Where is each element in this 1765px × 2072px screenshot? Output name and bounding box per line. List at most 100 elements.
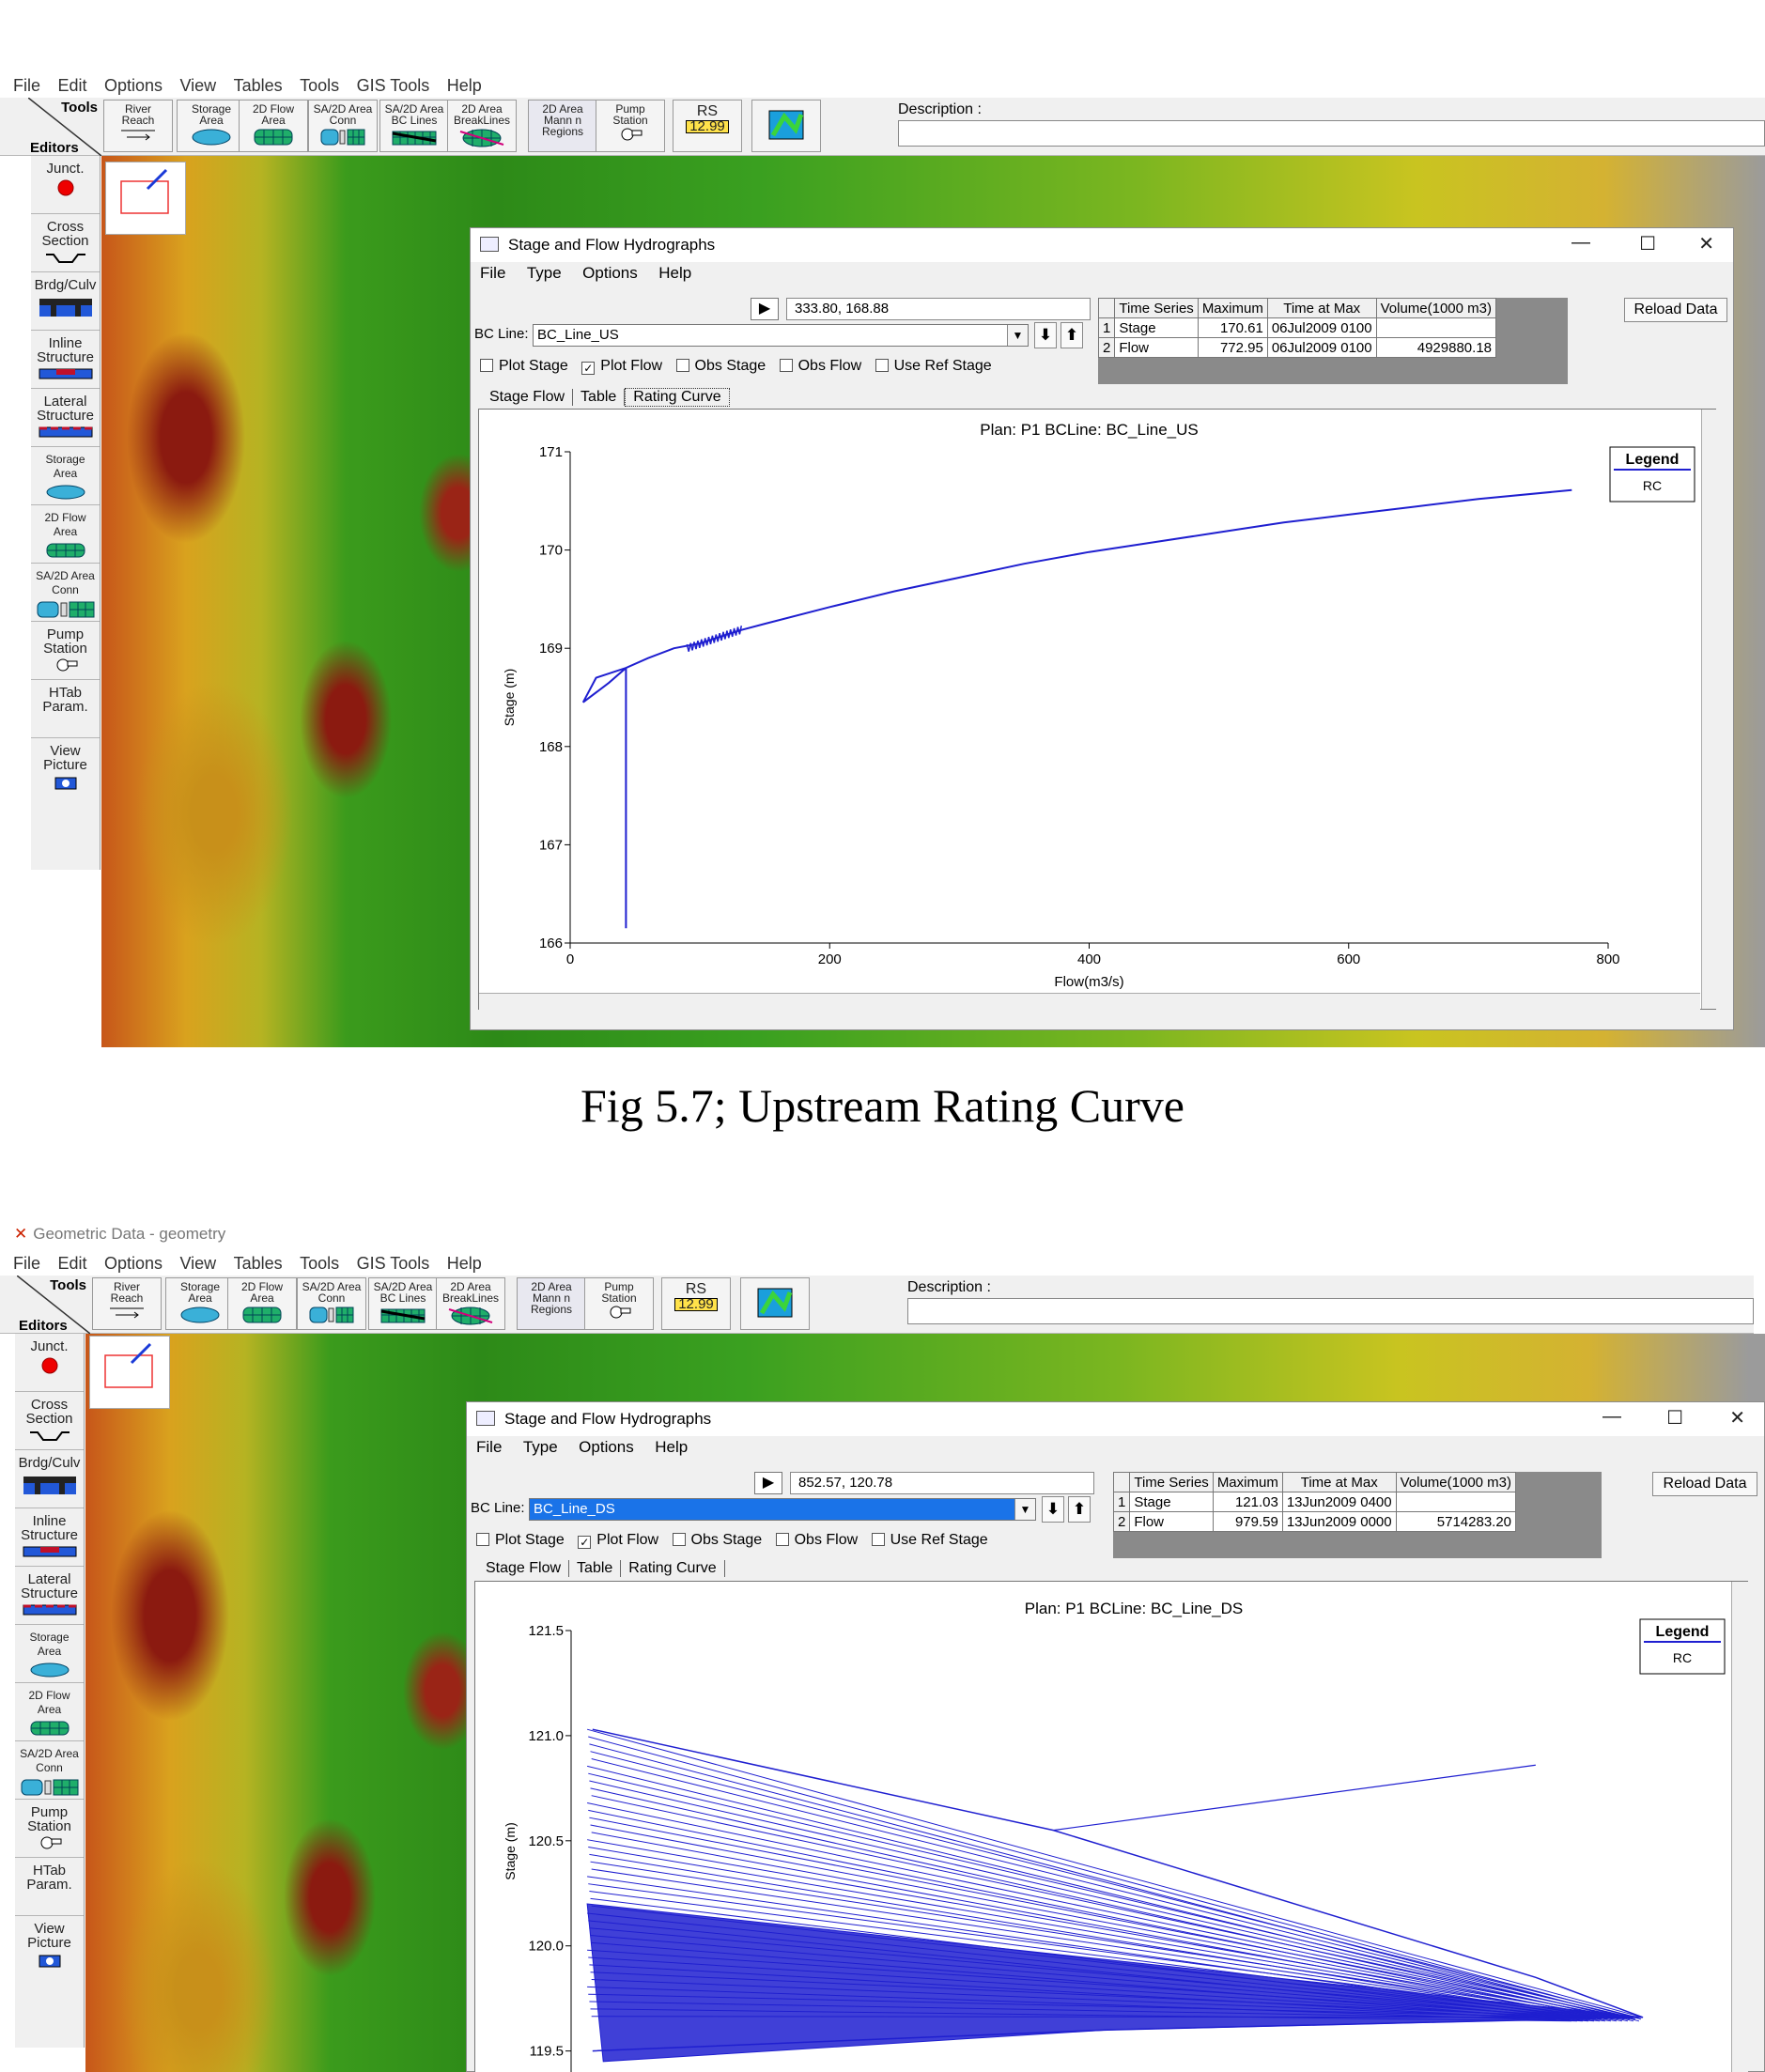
tab-rating-curve[interactable]: Rating Curve	[625, 388, 730, 407]
obs-stage-checkbox[interactable]	[675, 359, 689, 372]
plot-flow-checkbox[interactable]: ✓	[578, 1536, 592, 1549]
2d-breaklines-button[interactable]: 2D Area BreakLines	[447, 100, 517, 152]
window-menu-options[interactable]: Options	[579, 1438, 634, 1457]
storage-area-button[interactable]: Storage Area	[177, 100, 246, 152]
tab-stage-flow[interactable]: Stage Flow	[482, 389, 574, 406]
pump-station-button[interactable]: Pump Station	[584, 1277, 654, 1330]
description-input[interactable]	[907, 1298, 1754, 1324]
pump-station-tool[interactable]: Pump Station	[31, 622, 100, 680]
storage-area-tool[interactable]: Storage Area	[31, 447, 100, 505]
2d-flow-area-tool[interactable]: 2D Flow Area	[31, 505, 100, 564]
menu-edit[interactable]: Edit	[57, 1249, 86, 1277]
sa-2d-conn-button[interactable]: SA/2D Area Conn	[297, 1277, 366, 1330]
minimize-icon[interactable]: —	[1602, 1406, 1621, 1428]
window-menu-help[interactable]: Help	[655, 1438, 688, 1457]
menu-gis-tools[interactable]: GIS Tools	[357, 71, 430, 100]
bridge-culvert-tool[interactable]: Brdg/Culv	[31, 272, 100, 331]
obs-flow-checkbox[interactable]	[775, 1533, 789, 1546]
description-input[interactable]	[898, 120, 1765, 147]
2d-mann-n-regions-button[interactable]: 2D Area Mann n Regions	[528, 100, 597, 152]
horizontal-scrollbar[interactable]	[479, 993, 1700, 1010]
menu-tools[interactable]: Tools	[300, 1249, 339, 1277]
window-menu-type[interactable]: Type	[527, 264, 562, 283]
close-icon[interactable]: ✕	[1729, 1406, 1745, 1430]
window-menu-type[interactable]: Type	[523, 1438, 558, 1457]
next-down-button[interactable]: ⬇	[1042, 1496, 1064, 1523]
map-layers-button[interactable]	[751, 100, 821, 152]
view-picture-tool[interactable]: View Picture	[15, 1916, 84, 1974]
river-reach-button[interactable]: River Reach	[103, 100, 173, 152]
2d-mann-n-regions-button[interactable]: 2D Area Mann n Regions	[517, 1277, 586, 1330]
plot-stage-checkbox[interactable]	[476, 1533, 489, 1546]
cross-section-tool[interactable]: Cross Section	[31, 214, 100, 272]
2d-flow-area-button[interactable]: 2D Flow Area	[227, 1277, 297, 1330]
bc-line-select[interactable]: BC_Line_US ▼	[533, 324, 1029, 347]
rs-button[interactable]: RS 12.99	[673, 100, 742, 152]
menu-options[interactable]: Options	[104, 71, 163, 100]
next-down-button[interactable]: ⬇	[1034, 322, 1057, 348]
obs-stage-checkbox[interactable]	[672, 1533, 686, 1546]
2d-flow-area-tool[interactable]: 2D Flow Area	[15, 1683, 84, 1741]
maximize-icon[interactable]: ☐	[1666, 1406, 1683, 1430]
reload-data-button[interactable]: Reload Data	[1652, 1472, 1757, 1496]
window-menu-file[interactable]: File	[480, 264, 505, 283]
previous-up-button[interactable]: ⬆	[1068, 1496, 1091, 1523]
tab-rating-curve[interactable]: Rating Curve	[621, 1560, 725, 1577]
pump-station-button[interactable]: Pump Station	[596, 100, 665, 152]
bridge-culvert-tool[interactable]: Brdg/Culv	[15, 1450, 84, 1508]
lateral-structure-tool[interactable]: Lateral Structure	[15, 1567, 84, 1625]
menu-view[interactable]: View	[179, 71, 216, 100]
plot-flow-checkbox[interactable]: ✓	[581, 362, 596, 375]
previous-up-button[interactable]: ⬆	[1061, 322, 1083, 348]
menu-gis-tools[interactable]: GIS Tools	[357, 1249, 430, 1277]
htab-param-tool[interactable]: HTab Param.	[15, 1858, 84, 1916]
menu-file[interactable]: File	[13, 1249, 40, 1277]
menu-view[interactable]: View	[179, 1249, 216, 1277]
bc-line-select[interactable]: BC_Line_DS ▼	[529, 1498, 1036, 1521]
app-close-icon[interactable]: ✕	[14, 1225, 27, 1243]
vertical-scrollbar[interactable]	[1701, 410, 1718, 1009]
vertical-scrollbar[interactable]	[1731, 1582, 1748, 2072]
tab-table[interactable]: Table	[569, 1560, 622, 1577]
use-ref-stage-checkbox[interactable]	[871, 1533, 885, 1546]
use-ref-stage-checkbox[interactable]	[875, 359, 889, 372]
overview-map[interactable]	[105, 162, 186, 235]
window-menu-options[interactable]: Options	[582, 264, 638, 283]
sa-2d-conn-tool[interactable]: SA/2D Area Conn	[31, 564, 100, 622]
storage-area-button[interactable]: Storage Area	[165, 1277, 235, 1330]
river-reach-button[interactable]: River Reach	[92, 1277, 162, 1330]
plot-stage-checkbox[interactable]	[480, 359, 493, 372]
pump-station-tool[interactable]: Pump Station	[15, 1800, 84, 1858]
inline-structure-tool[interactable]: Inline Structure	[31, 331, 100, 389]
sa-2d-bc-lines-button[interactable]: SA/2D Area BC Lines	[379, 100, 449, 152]
minimize-icon[interactable]: —	[1571, 232, 1590, 254]
sa-2d-bc-lines-button[interactable]: SA/2D Area BC Lines	[368, 1277, 438, 1330]
sa-2d-conn-button[interactable]: SA/2D Area Conn	[308, 100, 378, 152]
storage-area-tool[interactable]: Storage Area	[15, 1625, 84, 1683]
reload-data-button[interactable]: Reload Data	[1624, 298, 1727, 322]
rs-button[interactable]: RS 12.99	[661, 1277, 731, 1330]
menu-tables[interactable]: Tables	[234, 71, 283, 100]
overview-map[interactable]	[89, 1336, 170, 1409]
inline-structure-tool[interactable]: Inline Structure	[15, 1508, 84, 1567]
menu-help[interactable]: Help	[447, 71, 482, 100]
view-picture-tool[interactable]: View Picture	[31, 738, 100, 796]
obs-flow-checkbox[interactable]	[779, 359, 793, 372]
tab-table[interactable]: Table	[573, 389, 626, 406]
menu-tables[interactable]: Tables	[234, 1249, 283, 1277]
sa-2d-conn-tool[interactable]: SA/2D Area Conn	[15, 1741, 84, 1800]
window-menu-help[interactable]: Help	[658, 264, 691, 283]
menu-edit[interactable]: Edit	[57, 71, 86, 100]
cross-section-tool[interactable]: Cross Section	[15, 1392, 84, 1450]
menu-file[interactable]: File	[13, 71, 40, 100]
lateral-structure-tool[interactable]: Lateral Structure	[31, 389, 100, 447]
junction-tool[interactable]: Junct.	[31, 156, 100, 214]
tab-stage-flow[interactable]: Stage Flow	[478, 1560, 570, 1577]
junction-tool[interactable]: Junct.	[15, 1334, 84, 1392]
menu-tools[interactable]: Tools	[300, 71, 339, 100]
play-button[interactable]: ▶	[751, 298, 779, 320]
htab-param-tool[interactable]: HTab Param.	[31, 680, 100, 738]
menu-help[interactable]: Help	[447, 1249, 482, 1277]
2d-flow-area-button[interactable]: 2D Flow Area	[239, 100, 308, 152]
play-button[interactable]: ▶	[754, 1472, 782, 1494]
